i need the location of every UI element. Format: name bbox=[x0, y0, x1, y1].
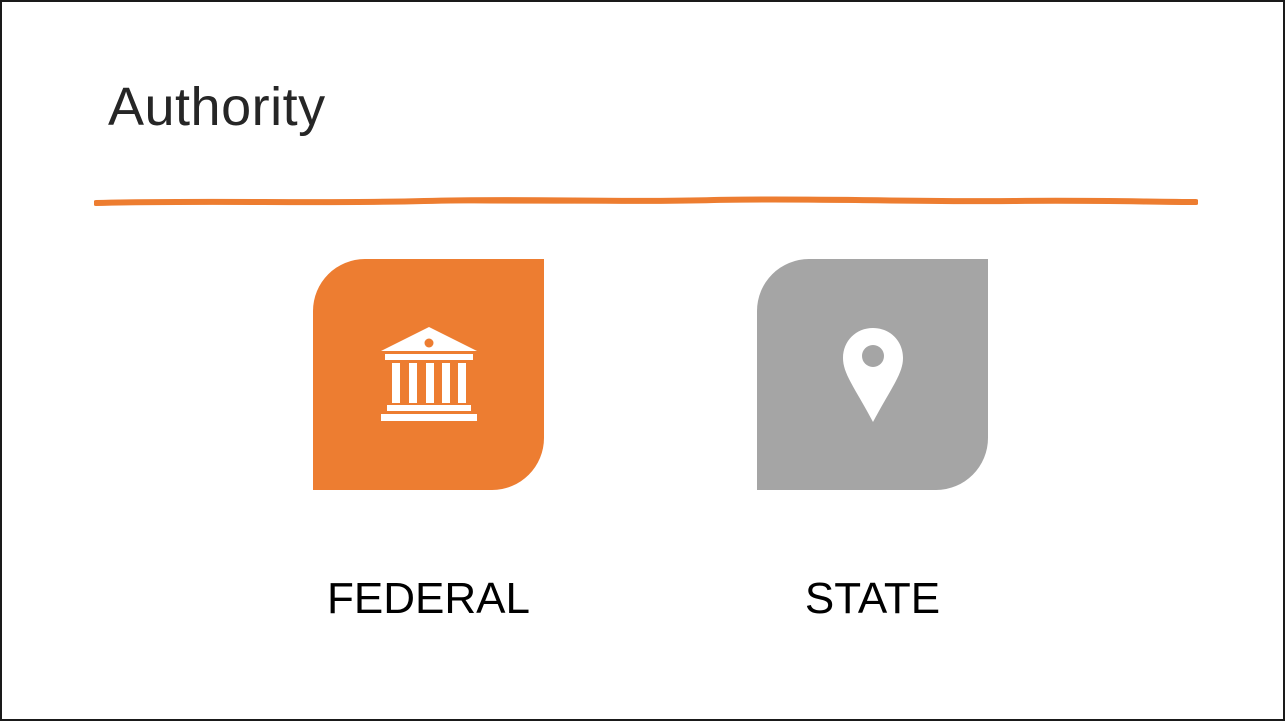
slide: Authority FEDERAL STATE bbox=[0, 0, 1285, 721]
federal-label: FEDERAL bbox=[327, 574, 530, 623]
state-tile bbox=[757, 259, 988, 490]
slide-title: Authority bbox=[108, 77, 326, 137]
map-pin-icon bbox=[842, 327, 903, 422]
state-label: STATE bbox=[804, 574, 941, 623]
title-divider bbox=[94, 196, 1198, 206]
government-building-icon bbox=[380, 326, 477, 421]
divider-stroke-texture bbox=[96, 199, 1196, 204]
federal-tile bbox=[313, 259, 544, 490]
